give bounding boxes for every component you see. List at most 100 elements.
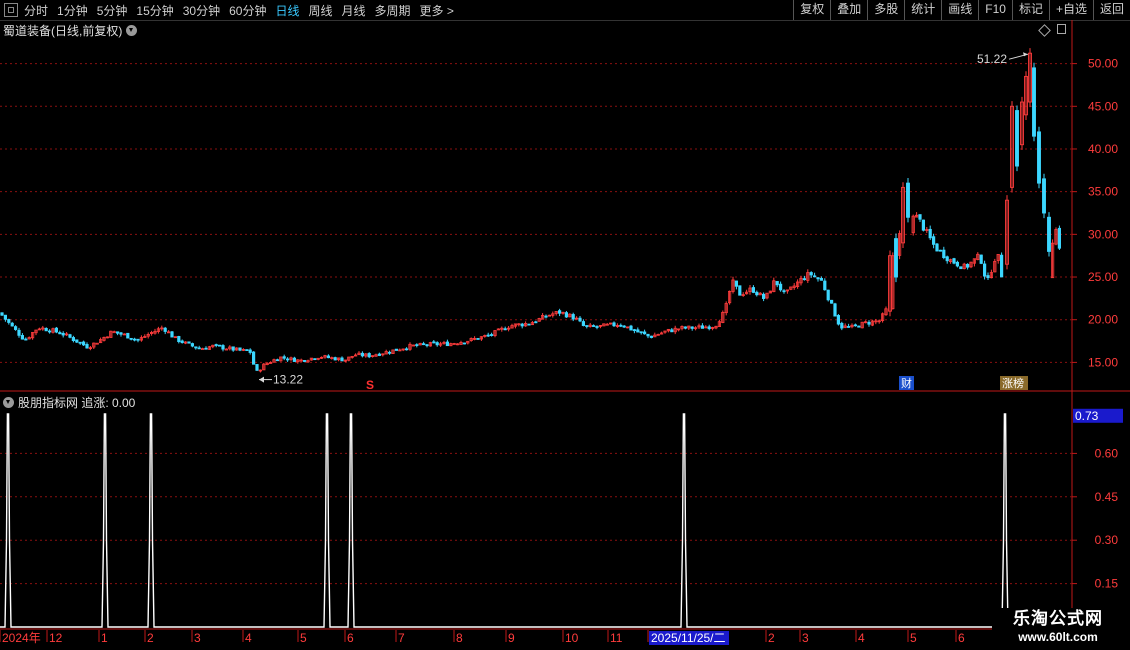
candle-body xyxy=(979,254,983,264)
candle-body xyxy=(370,355,375,358)
period-tab-1[interactable]: 1分钟 xyxy=(57,2,88,19)
candle-body xyxy=(139,337,143,341)
candle-body xyxy=(554,311,558,314)
period-tab-2[interactable]: 5分钟 xyxy=(97,2,128,19)
candle-body xyxy=(636,329,640,333)
candle-body xyxy=(1051,242,1055,279)
sell-marker: S xyxy=(366,378,374,392)
indicator-tick-label: 0.60 xyxy=(1095,446,1119,460)
period-tab-3[interactable]: 15分钟 xyxy=(136,2,173,19)
period-tab-7[interactable]: 周线 xyxy=(308,2,332,19)
low-price-label: 13.22 xyxy=(273,373,303,387)
candle-body xyxy=(313,358,317,361)
candle-body xyxy=(748,287,752,293)
candle-body xyxy=(779,283,783,291)
candle-body xyxy=(183,341,188,344)
candle-body xyxy=(92,342,96,348)
candle-body xyxy=(258,369,263,372)
candle-body xyxy=(13,326,18,330)
candle-body xyxy=(901,186,905,244)
toolbar-button-7[interactable]: +自选 xyxy=(1048,0,1093,20)
x-tick-label: 5 xyxy=(300,631,307,645)
candle-body xyxy=(153,330,157,334)
toolbar-button-1[interactable]: 叠加 xyxy=(830,0,867,20)
candle-body xyxy=(455,343,460,346)
candle-body xyxy=(962,263,966,270)
candle-body xyxy=(435,342,439,346)
candle-body xyxy=(289,357,293,360)
main-grid xyxy=(0,20,1130,630)
chart-title: 蜀道装备(日线,前复权) xyxy=(3,22,138,39)
candle-body xyxy=(381,353,385,356)
candle-body xyxy=(0,312,4,316)
candle-body xyxy=(1005,199,1009,265)
candle-body xyxy=(102,336,106,341)
candle-body xyxy=(58,332,62,335)
candle-body xyxy=(116,331,120,334)
candle-body xyxy=(24,338,28,341)
candle-body xyxy=(190,343,194,347)
chevron-down-icon[interactable] xyxy=(3,397,14,408)
candle-body xyxy=(741,294,745,297)
candle-body xyxy=(938,249,943,252)
toolbar-button-4[interactable]: 画线 xyxy=(941,0,978,20)
period-tab-10[interactable]: 更多 > xyxy=(420,2,454,19)
candle-body xyxy=(309,357,314,361)
indicator-tick-label: 0.45 xyxy=(1095,490,1119,504)
toolbar-button-0[interactable]: 复权 xyxy=(793,0,830,20)
toolbar-button-5[interactable]: F10 xyxy=(978,0,1012,20)
candle-body xyxy=(853,324,858,327)
candle-body xyxy=(200,348,205,351)
chevron-down-icon[interactable] xyxy=(126,25,138,36)
candle-body xyxy=(228,346,232,350)
candle-body xyxy=(146,334,150,337)
candle-body xyxy=(952,258,956,264)
event-markers: S 财 涨榜 xyxy=(366,376,1028,392)
period-tab-9[interactable]: 多周期 xyxy=(375,2,411,19)
candle-body xyxy=(238,347,242,351)
candle-body xyxy=(211,344,215,348)
candle-body xyxy=(459,342,463,345)
candle-body xyxy=(843,325,847,328)
candle-body xyxy=(711,327,715,329)
candle-body xyxy=(983,263,987,277)
candle-body xyxy=(1057,227,1061,249)
candle-body xyxy=(343,359,348,362)
candle-body xyxy=(687,325,691,329)
candle-body xyxy=(755,291,759,296)
candle-body xyxy=(17,329,21,336)
candle-body xyxy=(906,182,910,218)
candle-body xyxy=(479,336,484,340)
period-tab-4[interactable]: 30分钟 xyxy=(183,2,220,19)
kline-chart[interactable]: 51.22 13.22 15.00 20.00 25.00 30.00 35.00 40.0… xyxy=(0,0,1130,650)
price-tick-label: 45.00 xyxy=(1088,99,1118,113)
candle-body xyxy=(609,322,613,325)
candle-body xyxy=(319,356,324,359)
candle-body xyxy=(796,281,800,287)
candle-body xyxy=(864,321,868,324)
diamond-icon[interactable] xyxy=(1038,24,1051,37)
period-tab-0[interactable]: 分时 xyxy=(24,2,48,19)
candle-body xyxy=(738,285,742,296)
period-tab-8[interactable]: 月线 xyxy=(342,2,366,19)
candle-body xyxy=(782,290,786,293)
candle-body xyxy=(34,329,38,334)
candle-body xyxy=(1037,131,1041,184)
period-tab-5[interactable]: 60分钟 xyxy=(229,2,266,19)
candle-body xyxy=(506,327,511,330)
candle-body xyxy=(496,328,501,331)
candle-body xyxy=(330,357,334,359)
toolbar-button-8[interactable]: 返回 xyxy=(1092,0,1130,20)
candle-body xyxy=(578,317,582,322)
window-icon[interactable] xyxy=(1057,24,1066,34)
candle-body xyxy=(41,327,45,330)
candle-body xyxy=(622,325,626,328)
candle-body xyxy=(119,332,123,335)
toolbar-button-6[interactable]: 标记 xyxy=(1011,0,1049,20)
period-tab-6[interactable]: 日线 xyxy=(275,2,299,19)
toolbar-button-2[interactable]: 多股 xyxy=(867,0,904,20)
candle-body xyxy=(945,256,949,262)
window-menu-icon[interactable] xyxy=(4,3,18,17)
toolbar-button-3[interactable]: 统计 xyxy=(904,0,941,20)
candle-body xyxy=(602,323,606,327)
